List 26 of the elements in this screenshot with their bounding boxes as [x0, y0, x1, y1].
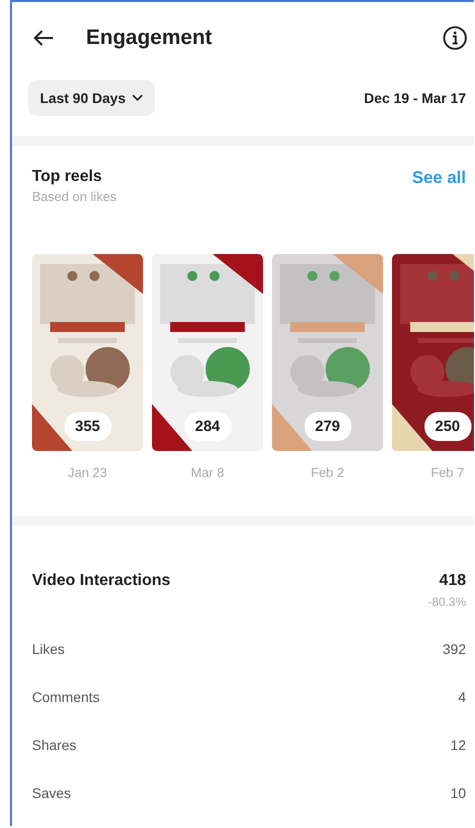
metric-value: 12 [450, 737, 466, 753]
reel-date: Jan 23 [68, 465, 108, 480]
total-value: 418 [439, 572, 466, 590]
metric-label: Comments [32, 689, 100, 705]
page-title: Engagement [86, 26, 214, 50]
reel-thumbnail[interactable]: 250 [392, 254, 474, 451]
reel-date: Mar 8 [190, 465, 224, 480]
reel-date: Feb 7 [430, 465, 464, 480]
metric-value: 392 [442, 641, 466, 657]
section-title: Video Interactions [32, 572, 170, 591]
date-range-dropdown[interactable]: Last 90 Days [28, 80, 155, 116]
metric-label: Shares [32, 737, 76, 753]
reel-thumbnail[interactable]: 355 [32, 254, 143, 451]
reel-thumbnail[interactable]: 279 [272, 254, 383, 451]
chevron-down-icon [132, 94, 143, 102]
metric-label: Saves [32, 785, 71, 801]
section-title: Top reels [32, 168, 103, 186]
date-range-text: Dec 19 - Mar 17 [364, 90, 466, 106]
section-subtitle: Based on likes [32, 189, 117, 204]
metric-label: Likes [32, 641, 65, 657]
reel-thumbnail[interactable]: 284 [152, 254, 263, 451]
change-percent: -80.3% [428, 595, 466, 609]
metric-value: 10 [450, 785, 466, 801]
reel-date: Feb 2 [310, 465, 344, 480]
info-icon[interactable] [442, 25, 468, 51]
metric-value: 4 [458, 689, 466, 705]
